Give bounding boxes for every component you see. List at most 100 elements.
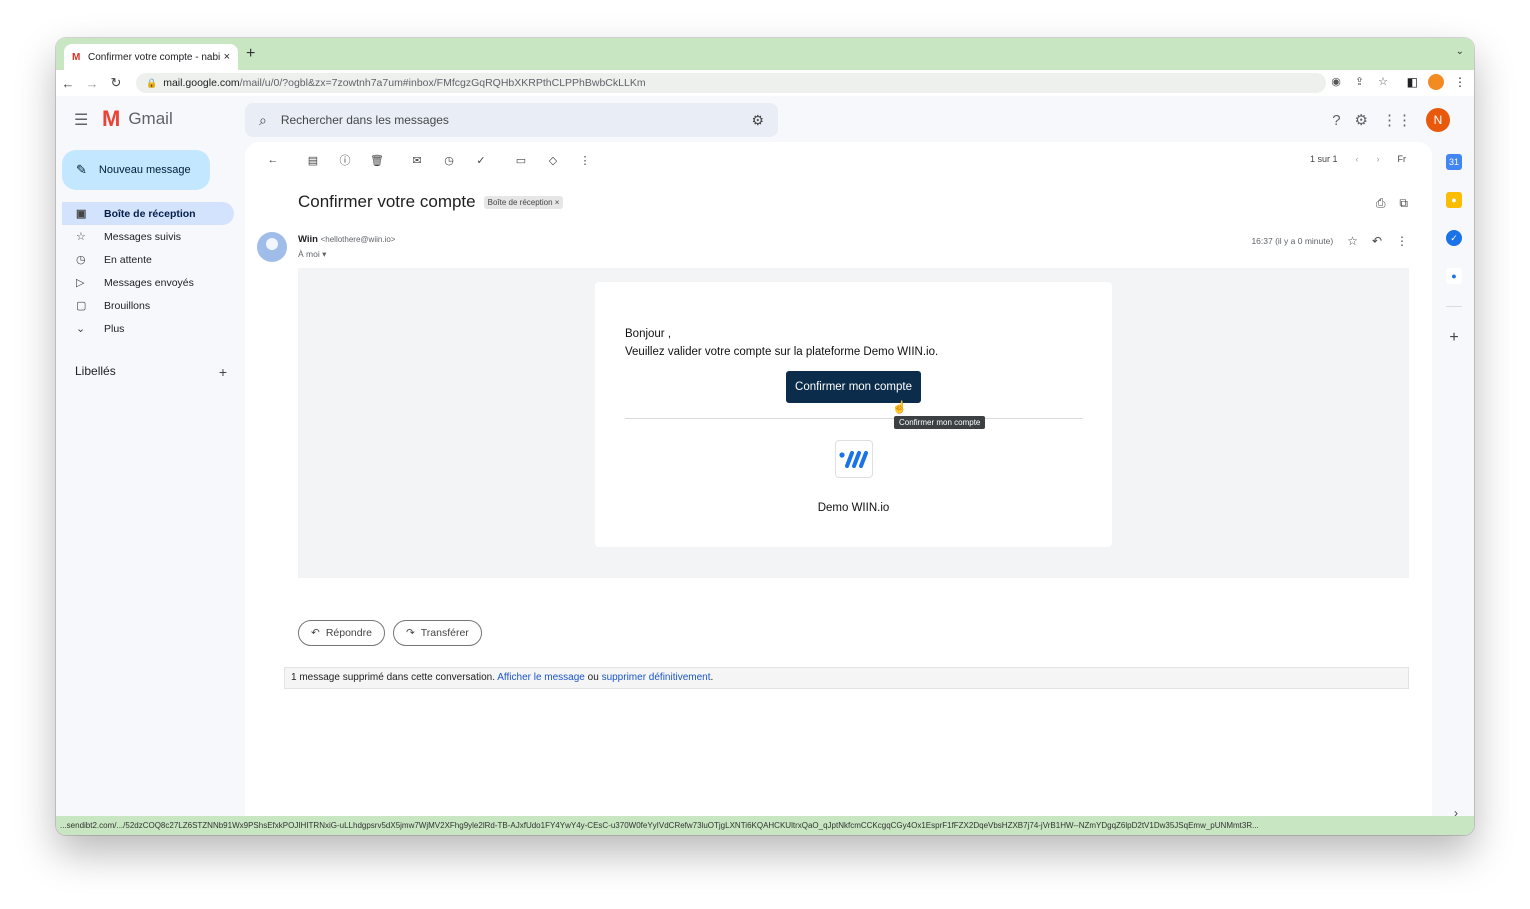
archive-icon[interactable]: ▤ xyxy=(297,154,329,167)
side-apps-panel: 31 ● ✓ ● + xyxy=(1434,142,1474,816)
move-to-icon[interactable]: ▭ xyxy=(505,154,537,167)
settings-gear-icon[interactable]: ⚙ xyxy=(1355,111,1368,129)
recipient-dropdown[interactable]: À moi ▾ xyxy=(298,249,326,260)
forward-label: Transférer xyxy=(420,627,469,639)
reply-arrow-icon: ↶ xyxy=(311,627,320,639)
prev-icon[interactable]: ‹ xyxy=(1356,154,1359,164)
gmail-m-icon: M xyxy=(102,106,121,131)
pager: 1 sur 1 ‹ › Fr xyxy=(1310,154,1406,164)
message-meta: 16:37 (il y a 0 minute) ☆ ↶ ⋮ xyxy=(1251,234,1408,248)
deleted-notice: 1 message supprimé dans cette conversati… xyxy=(284,667,1409,689)
sidebar-item-sent[interactable]: ▷ Messages envoyés xyxy=(62,271,234,294)
clock-icon: ◷ xyxy=(76,254,86,266)
main-menu-icon[interactable]: ☰ xyxy=(74,110,88,130)
label-icon[interactable]: ◇ xyxy=(537,154,569,167)
address-bar[interactable]: 🔒 mail.google.com/mail/u/0/?ogbl&zx=7zow… xyxy=(136,73,1326,93)
compose-button[interactable]: ✎ Nouveau message xyxy=(62,150,210,190)
tasks-icon[interactable]: ✓ xyxy=(1446,230,1462,246)
sidebar-item-drafts[interactable]: ▢ Brouillons xyxy=(62,294,234,317)
side-panel-icon[interactable]: ◧ xyxy=(1407,75,1418,89)
print-icon[interactable]: ⎙ xyxy=(1376,196,1386,211)
sidebar-item-more[interactable]: ⌄ Plus xyxy=(62,317,234,340)
labels-section: Libellés + xyxy=(75,364,227,380)
tab-title: Confirmer votre compte - nabi xyxy=(88,51,220,63)
message-time: 16:37 (il y a 0 minute) xyxy=(1251,236,1334,246)
wiin-logo xyxy=(835,440,873,478)
new-tab-button[interactable]: + xyxy=(246,45,255,63)
confirm-account-button[interactable]: Confirmer mon compte xyxy=(786,371,921,403)
add-task-icon[interactable]: ✓ xyxy=(465,154,497,167)
body-text: Veuillez valider votre compte sur la pla… xyxy=(625,346,939,358)
open-new-window-icon[interactable]: ⧉ xyxy=(1399,196,1408,211)
keep-icon[interactable]: ● xyxy=(1446,192,1462,208)
draft-icon: ▢ xyxy=(76,300,87,312)
search-input[interactable]: Rechercher dans les messages xyxy=(281,113,449,127)
or-text: ou xyxy=(587,672,599,683)
mark-unread-icon[interactable]: ✉ xyxy=(401,154,433,167)
snooze-icon[interactable]: ◷ xyxy=(433,154,465,167)
report-spam-icon[interactable]: ⓘ xyxy=(329,152,361,168)
eye-icon[interactable]: ◉ xyxy=(1331,75,1341,88)
gmail-wordmark: Gmail xyxy=(128,109,173,128)
next-icon[interactable]: › xyxy=(1377,154,1380,164)
account-avatar[interactable]: N xyxy=(1426,108,1450,132)
sidebar-item-label: Plus xyxy=(104,322,125,335)
sender-line: Wiin <hellothere@wiin.io> xyxy=(298,234,395,245)
email-body: Bonjour , Veuillez valider votre compte … xyxy=(298,268,1409,578)
wiin-logo-icon xyxy=(839,451,868,468)
header-icons: ? ⚙ ⋮⋮ N xyxy=(1332,108,1450,132)
tab-search-chevron-icon[interactable]: ⌄ xyxy=(1456,46,1464,57)
email-text: Bonjour , Veuillez valider votre compte … xyxy=(625,325,938,361)
gmail-logo[interactable]: M Gmail xyxy=(102,106,173,132)
brand-name: Demo WIIN.io xyxy=(817,502,890,514)
show-message-link[interactable]: Afficher le message xyxy=(497,672,585,683)
browser-menu-icon[interactable]: ⋮ xyxy=(1454,75,1466,89)
bookmark-star-icon[interactable]: ☆ xyxy=(1378,75,1388,88)
delete-forever-link[interactable]: supprimer définitivement xyxy=(602,672,711,683)
reload-icon[interactable]: ↻ xyxy=(104,75,128,91)
sidebar-item-inbox[interactable]: ▣ Boîte de réception xyxy=(62,202,234,225)
pencil-icon: ✎ xyxy=(76,162,87,177)
sidebar-item-label: Boîte de réception xyxy=(104,207,196,220)
sender-name: Wiin xyxy=(298,234,318,245)
tooltip: Confirmer mon compte xyxy=(894,416,986,429)
sender-avatar[interactable] xyxy=(257,232,287,262)
url-host: mail.google.com xyxy=(163,77,240,89)
delete-icon[interactable]: 🗑 xyxy=(361,154,393,167)
back-to-inbox-icon[interactable]: ← xyxy=(257,154,289,166)
sidebar-item-snoozed[interactable]: ◷ En attente xyxy=(62,248,234,271)
tab-close-icon[interactable]: × xyxy=(224,51,230,63)
browser-tab[interactable]: M Confirmer votre compte - nabi × xyxy=(64,44,238,70)
toolbar-right: ◧ ⋮ xyxy=(1407,74,1466,90)
forward-icon[interactable]: → xyxy=(80,76,104,91)
sidebar-item-label: Brouillons xyxy=(104,299,151,312)
browser-toolbar: ← → ↻ 🔒 mail.google.com/mail/u/0/?ogbl&z… xyxy=(56,70,1474,96)
reply-icon[interactable]: ↶ xyxy=(1372,234,1382,248)
message-toolbar: ← ▤ ⓘ 🗑 ✉ ◷ ✓ ▭ ◇ ⋮ xyxy=(257,152,601,168)
sidebar-item-label: En attente xyxy=(104,253,152,266)
contacts-icon[interactable]: ● xyxy=(1446,268,1462,284)
get-addons-icon[interactable]: + xyxy=(1449,329,1458,347)
subject-line: Confirmer votre compte Boîte de réceptio… xyxy=(298,192,564,212)
share-icon[interactable]: ⇪ xyxy=(1355,75,1364,88)
sidebar-item-starred[interactable]: ☆ Messages suivis xyxy=(62,225,234,248)
back-icon[interactable]: ← xyxy=(56,76,80,91)
recipient-label: À moi xyxy=(298,249,320,259)
search-options-icon[interactable]: ⚙ xyxy=(751,112,764,129)
help-icon[interactable]: ? xyxy=(1332,112,1340,129)
apps-grid-icon[interactable]: ⋮⋮ xyxy=(1382,111,1412,129)
search-icon[interactable]: ⌕ xyxy=(259,112,267,129)
more-actions-icon[interactable]: ⋮ xyxy=(569,154,601,167)
forward-button[interactable]: ↷ Transférer xyxy=(392,620,482,646)
message-more-icon[interactable]: ⋮ xyxy=(1396,234,1408,248)
add-label-icon[interactable]: + xyxy=(219,364,227,380)
label-chip[interactable]: Boîte de réception × xyxy=(483,195,564,209)
reply-button[interactable]: ↶ Répondre xyxy=(298,620,385,646)
pager-text: 1 sur 1 xyxy=(1309,154,1338,164)
send-icon: ▷ xyxy=(76,277,85,289)
star-message-icon[interactable]: ☆ xyxy=(1347,234,1358,248)
profile-avatar[interactable] xyxy=(1428,74,1444,90)
calendar-icon[interactable]: 31 xyxy=(1446,154,1462,170)
input-tools-lang[interactable]: Fr xyxy=(1398,154,1407,164)
search-bar[interactable]: ⌕ Rechercher dans les messages ⚙ xyxy=(245,103,778,137)
